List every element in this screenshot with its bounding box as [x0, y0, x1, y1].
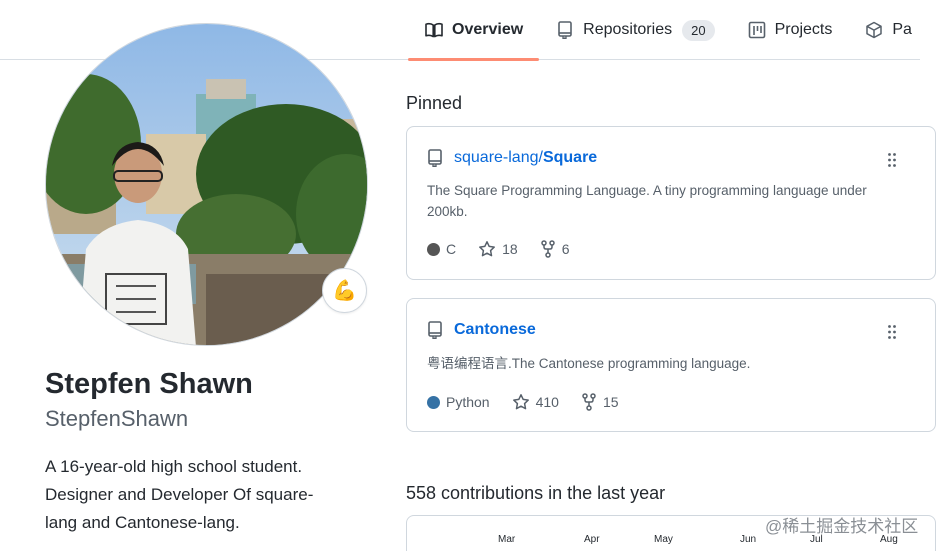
profile-bio: A 16-year-old high school student. Desig…	[45, 453, 355, 537]
repo-icon	[427, 149, 445, 167]
tab-overview-label: Overview	[452, 21, 524, 38]
repo-icon	[427, 321, 445, 339]
bio-line: lang and Cantonese-lang.	[45, 513, 240, 532]
flexed-biceps-icon: 💪	[332, 280, 357, 302]
repo-description: 粤语编程语言.The Cantonese programming languag…	[427, 353, 897, 374]
profile-username: StepfenShawn	[45, 406, 189, 431]
profile-avatar[interactable]	[45, 23, 368, 346]
month-label: Mar	[498, 534, 516, 545]
star-count: 18	[502, 241, 518, 257]
bio-line: A 16-year-old high school student.	[45, 457, 303, 476]
language-color-dot	[427, 395, 440, 409]
fork-count: 15	[602, 394, 619, 410]
repo-name: Cantonese	[454, 321, 536, 338]
star-icon	[479, 241, 496, 257]
book-icon	[424, 20, 444, 40]
repo-meta: Python 410 15	[427, 393, 641, 411]
profile-full-name: Stepfen Shawn	[45, 368, 253, 400]
month-label: May	[654, 534, 673, 545]
profile-page: Overview Repositories 20 Projects Pa 💪 S…	[0, 0, 943, 551]
repo-icon	[555, 20, 575, 40]
star-icon	[512, 394, 529, 410]
repo-meta: C 18 6	[427, 240, 592, 258]
contributions-heading: 558 contributions in the last year	[406, 483, 666, 503]
description-line: 200kb.	[427, 204, 468, 219]
repo-name: Square	[542, 149, 598, 166]
month-label: Jun	[740, 534, 757, 545]
tab-projects[interactable]: Projects	[731, 0, 849, 60]
description-line: The Square Programming Language. A tiny …	[427, 183, 867, 198]
profile-tab-bar: Overview Repositories 20 Projects Pa	[408, 0, 928, 61]
watermark: @稀土掘金技术社区	[765, 517, 919, 536]
package-icon	[864, 20, 884, 40]
repo-description: The Square Programming Language. A tiny …	[427, 180, 897, 222]
repo-language: Python	[427, 394, 490, 410]
repo-stars[interactable]: 18	[478, 240, 518, 258]
tab-projects-label: Projects	[774, 21, 833, 38]
bio-line: Designer and Developer Of square-	[45, 485, 314, 504]
status-emoji-badge[interactable]: 💪	[322, 268, 367, 313]
repo-link[interactable]: Cantonese	[454, 321, 536, 339]
fork-icon	[540, 240, 555, 258]
tab-overview[interactable]: Overview	[408, 0, 540, 61]
repo-link[interactable]: square-lang/Square	[454, 149, 597, 167]
month-label: Apr	[584, 534, 600, 545]
project-icon	[747, 20, 767, 40]
pinned-repo-card: square-lang/Square The Square Programmin…	[406, 126, 936, 280]
star-count: 410	[535, 394, 559, 410]
repo-stars[interactable]: 410	[512, 393, 559, 411]
repositories-count-badge: 20	[682, 19, 715, 41]
fork-count: 6	[561, 241, 570, 257]
pinned-repo-card: Cantonese 粤语编程语言.The Cantonese programmi…	[406, 298, 936, 432]
drag-handle-icon[interactable]	[887, 152, 897, 168]
tab-packages-label: Pa	[892, 21, 912, 38]
language-name: Python	[446, 394, 490, 410]
description-line: 粤语编程语言.The Cantonese programming languag…	[427, 356, 751, 371]
drag-handle-icon[interactable]	[887, 324, 897, 340]
tab-repositories[interactable]: Repositories 20	[539, 0, 730, 60]
language-color-dot	[427, 242, 440, 256]
tab-repositories-label: Repositories	[583, 21, 673, 38]
repo-forks[interactable]: 6	[540, 240, 570, 258]
repo-language: C	[427, 241, 456, 257]
fork-icon	[582, 393, 596, 411]
pinned-heading: Pinned	[406, 93, 463, 113]
tab-packages[interactable]: Pa	[848, 0, 928, 60]
repo-forks[interactable]: 15	[581, 393, 619, 411]
repo-owner: square-lang/	[454, 149, 543, 166]
language-name: C	[446, 241, 457, 257]
